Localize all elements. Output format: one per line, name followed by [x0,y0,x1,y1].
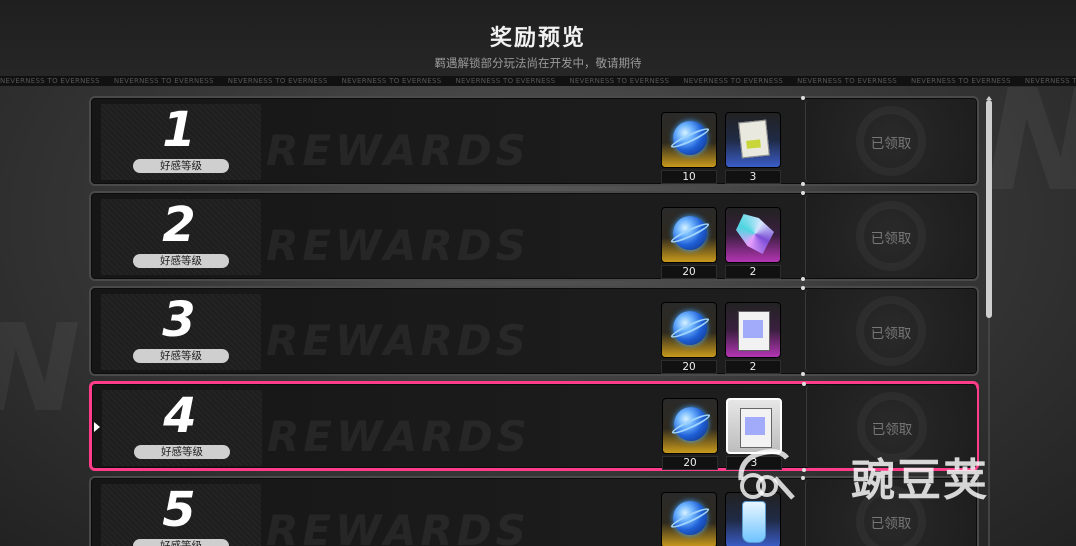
selected-pointer-icon [94,422,100,432]
level-label: 好感等级 [133,539,229,546]
reward-item[interactable]: 2 [725,302,781,376]
level-label: 好感等级 [133,349,229,363]
energy-orb-icon [674,407,708,441]
document-icon [738,311,770,351]
energy-orb-icon [673,501,707,535]
rewards-watermark: REWARDS [266,221,530,270]
ticker-text: NEVERNESS TO EVERNESS [0,77,100,85]
scrollbar-thumb[interactable] [986,100,992,318]
reward-item[interactable] [661,492,717,546]
item-frame[interactable] [725,302,781,358]
item-frame[interactable] [661,207,717,263]
watermark-text: 豌豆荚 [851,455,989,506]
rewards-watermark: REWARDS [266,126,530,175]
item-count: 2 [725,360,781,374]
item-count: 20 [661,265,717,279]
claim-status-button[interactable]: 已领取 [805,100,976,182]
reward-row-level-2[interactable]: 2 好感等级 REWARDS 20 2 已领取 [89,191,979,281]
item-count: 10 [661,170,717,184]
header-bar: 奖励预览 羁遇解锁部分玩法尚在开发中，敬请期待 [0,0,1076,76]
card-ticket-icon [738,119,770,159]
energy-orb-icon [673,311,707,345]
item-count: 20 [662,456,718,470]
rewards-watermark: REWARDS [266,506,530,546]
level-label: 好感等级 [134,445,230,459]
reward-items: 20 2 [661,207,811,279]
site-watermark: 豌豆荚 [735,440,1035,510]
ticker-text: NEVERNESS TO EVERNESS [341,77,442,85]
reward-item[interactable]: 20 [661,207,717,281]
rewards-watermark: REWARDS [266,316,530,365]
level-number: 5 [162,482,196,538]
background-graphic: N [0,300,80,439]
reward-items: 10 3 [661,112,811,184]
ticker-text: NEVERNESS TO EVERNESS [1024,77,1076,85]
page-title: 奖励预览 [489,26,586,51]
level-number: 4 [163,388,197,444]
energy-orb-icon [673,121,707,155]
claim-status-text: 已领取 [870,516,912,532]
claim-status-text: 已领取 [871,422,913,438]
ticker-text: NEVERNESS TO EVERNESS [911,77,1011,85]
ticker-strip: NEVERNESS TO EVERNESS NEVERNESS TO EVERNE… [0,76,1076,86]
pea-logo-icon [738,449,795,500]
level-number: 1 [162,102,196,158]
ticker-text: NEVERNESS TO EVERNESS [569,77,670,85]
claim-status-text: 已领取 [870,326,912,342]
level-label: 好感等级 [133,159,229,173]
rewards-watermark: REWARDS [267,412,531,461]
item-frame[interactable] [661,492,717,546]
item-frame[interactable] [661,112,717,168]
item-frame[interactable] [662,398,718,454]
item-count: 3 [725,170,781,184]
level-label: 好感等级 [133,254,229,268]
item-count: 20 [661,360,717,374]
claim-status-button[interactable]: 已领取 [805,195,976,277]
item-frame[interactable] [725,207,781,263]
reward-item[interactable]: 20 [662,398,718,472]
reward-items: 20 2 [661,302,811,374]
energy-orb-icon [673,216,707,250]
reward-item[interactable]: 10 [661,112,717,186]
claim-status-text: 已领取 [870,231,912,247]
reward-item[interactable]: 3 [725,112,781,186]
ticker-text: NEVERNESS TO EVERNESS [227,77,328,85]
crystal-cluster-icon [736,214,774,254]
item-frame[interactable] [725,112,781,168]
page-subtitle: 羁遇解锁部分玩法尚在开发中，敬请期待 [434,56,642,70]
item-frame[interactable] [661,302,717,358]
claim-status-text: 已领取 [870,136,912,152]
reward-row-level-3[interactable]: 3 好感等级 REWARDS 20 2 已领取 [89,286,979,376]
reward-row-level-1[interactable]: 1 好感等级 REWARDS 10 3 已领取 [89,96,979,186]
claim-status-button[interactable]: 已领取 [805,290,976,372]
ticker-text: NEVERNESS TO EVERNESS [683,77,784,85]
level-number: 3 [162,292,196,348]
level-number: 2 [162,197,196,253]
reward-item[interactable]: 2 [725,207,781,281]
ticker-text: NEVERNESS TO EVERNESS [797,77,897,85]
ticker-text: NEVERNESS TO EVERNESS [113,77,214,85]
reward-item[interactable]: 20 [661,302,717,376]
ticker-text: NEVERNESS TO EVERNESS [455,77,556,85]
item-count: 2 [725,265,781,279]
